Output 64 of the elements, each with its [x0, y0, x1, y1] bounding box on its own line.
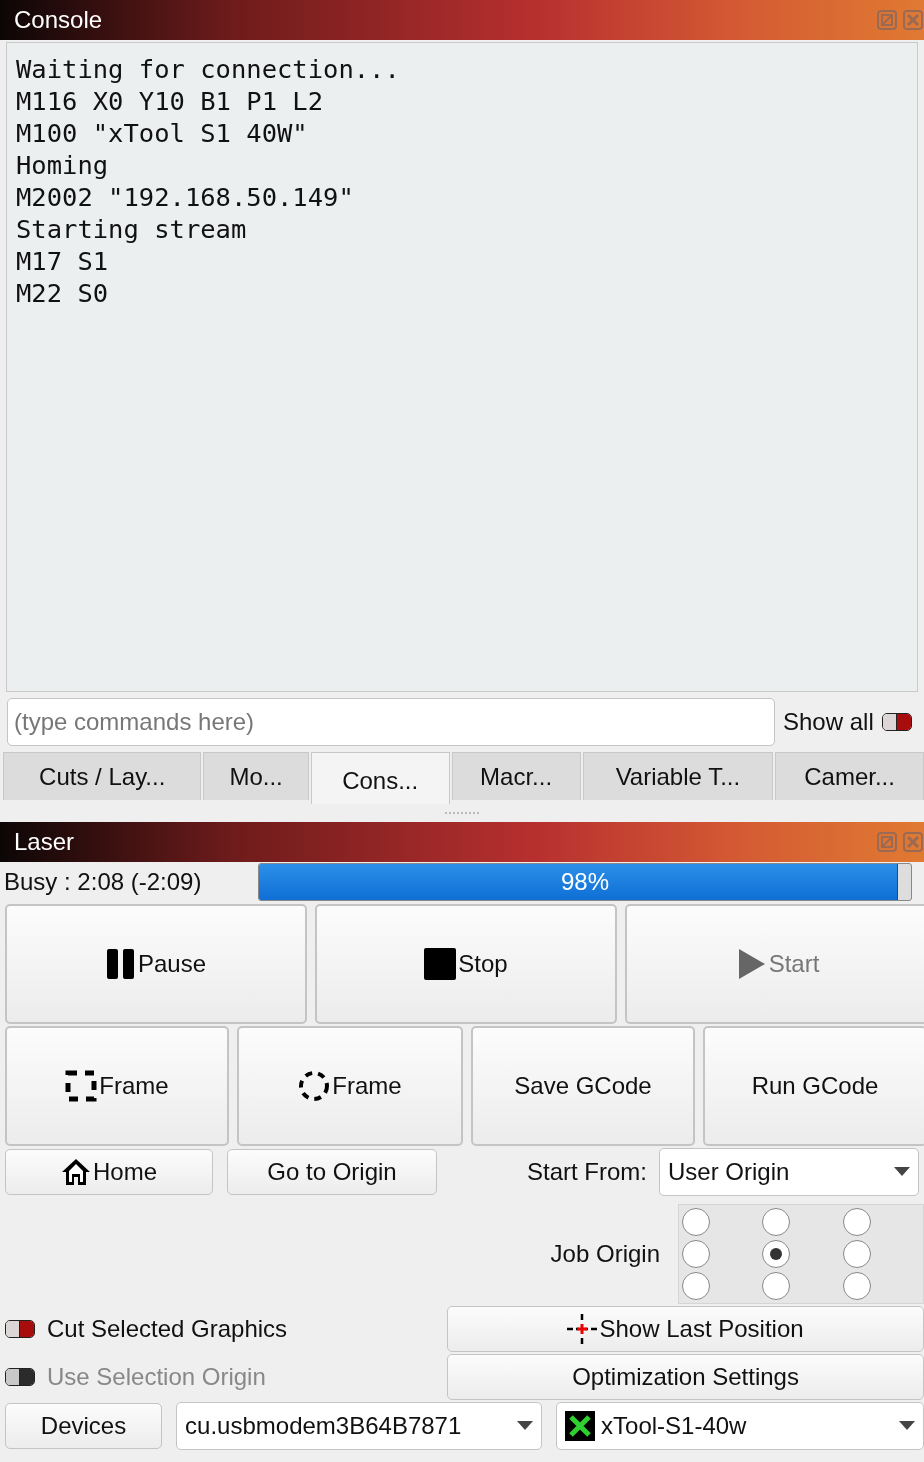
- toggle-switch[interactable]: [881, 713, 912, 731]
- start-from-dropdown[interactable]: User Origin: [659, 1148, 919, 1196]
- close-icon[interactable]: [902, 831, 924, 853]
- port-dropdown[interactable]: cu.usbmodem3B64B7871: [176, 1402, 543, 1450]
- stop-icon: [424, 948, 457, 980]
- radio-button[interactable]: [762, 1208, 791, 1236]
- status-text: Busy : 2:08 (-2:09): [4, 868, 203, 896]
- panel-title: Laser: [14, 828, 75, 856]
- start-from-label: Start From:: [527, 1158, 647, 1186]
- tab[interactable]: Camer...: [775, 752, 924, 800]
- toggle-switch[interactable]: [5, 1320, 35, 1338]
- tab[interactable]: Cuts / Lay...: [3, 752, 202, 800]
- tab[interactable]: Macr...: [451, 752, 581, 800]
- console-line: M17 S1: [16, 245, 109, 277]
- save-gcode-button[interactable]: Save GCode: [471, 1026, 695, 1146]
- dropdown-caret-icon: [517, 1421, 534, 1431]
- play-icon: [736, 948, 767, 980]
- devices-button[interactable]: Devices: [5, 1403, 163, 1449]
- tab[interactable]: Variable T...: [582, 752, 774, 800]
- show-last-position-button[interactable]: Show Last Position: [447, 1306, 924, 1352]
- command-field[interactable]: (type commands here): [7, 698, 775, 746]
- run-gcode-button[interactable]: Run GCode: [703, 1026, 924, 1146]
- show-all-label: Show all: [783, 708, 874, 736]
- console-line: M22 S0: [16, 277, 109, 309]
- radio-button[interactable]: [842, 1240, 871, 1268]
- device-dropdown[interactable]: xTool-S1-40w: [556, 1402, 924, 1450]
- frame-button[interactable]: Frame: [5, 1026, 229, 1146]
- tab[interactable]: Mo...: [203, 752, 309, 800]
- radio-button[interactable]: [682, 1208, 710, 1236]
- toggle-label: Use Selection Origin: [47, 1363, 266, 1391]
- panel-title: Console: [14, 6, 103, 34]
- radio-button[interactable]: [762, 1240, 791, 1268]
- console-line: Waiting for connection...: [16, 53, 400, 85]
- restore-icon[interactable]: [876, 831, 898, 853]
- optimization-settings-button[interactable]: Optimization Settings: [447, 1354, 924, 1400]
- dashed-square-icon: [65, 1070, 98, 1102]
- frame-button[interactable]: Frame: [237, 1026, 463, 1146]
- dropdown-caret-icon: [894, 1167, 910, 1177]
- restore-icon[interactable]: [876, 9, 898, 31]
- close-icon[interactable]: [902, 9, 924, 31]
- home-button[interactable]: Home: [5, 1149, 213, 1195]
- tab[interactable]: Cons...: [310, 752, 450, 804]
- device-logo-icon: [565, 1411, 596, 1441]
- radio-button[interactable]: [682, 1272, 710, 1300]
- radio-button[interactable]: [842, 1208, 871, 1236]
- radio-button[interactable]: [842, 1272, 871, 1300]
- pause-icon: [105, 948, 136, 980]
- radio-button[interactable]: [762, 1272, 791, 1300]
- dashed-circle-icon: [298, 1070, 331, 1102]
- crosshair-icon: [567, 1314, 598, 1344]
- console-line: M116 X0 Y10 B1 P1 L2: [16, 85, 324, 117]
- stop-button[interactable]: Stop: [315, 904, 617, 1024]
- pause-button[interactable]: Pause: [5, 904, 307, 1024]
- console-line: M100 "xTool S1 40W": [16, 117, 308, 149]
- toggle-label: Cut Selected Graphics: [47, 1315, 288, 1343]
- console-line: M2002 "192.168.50.149": [16, 181, 354, 213]
- console-line: Starting stream: [16, 213, 247, 245]
- radio-button[interactable]: [682, 1240, 710, 1268]
- progress-label: 98%: [560, 868, 609, 896]
- console-line: Homing: [16, 149, 109, 181]
- home-icon: [61, 1158, 91, 1186]
- go-to-origin-button[interactable]: Go to Origin: [227, 1149, 437, 1195]
- dropdown-caret-icon: [899, 1421, 915, 1431]
- job-origin-label: Job Origin: [550, 1240, 660, 1268]
